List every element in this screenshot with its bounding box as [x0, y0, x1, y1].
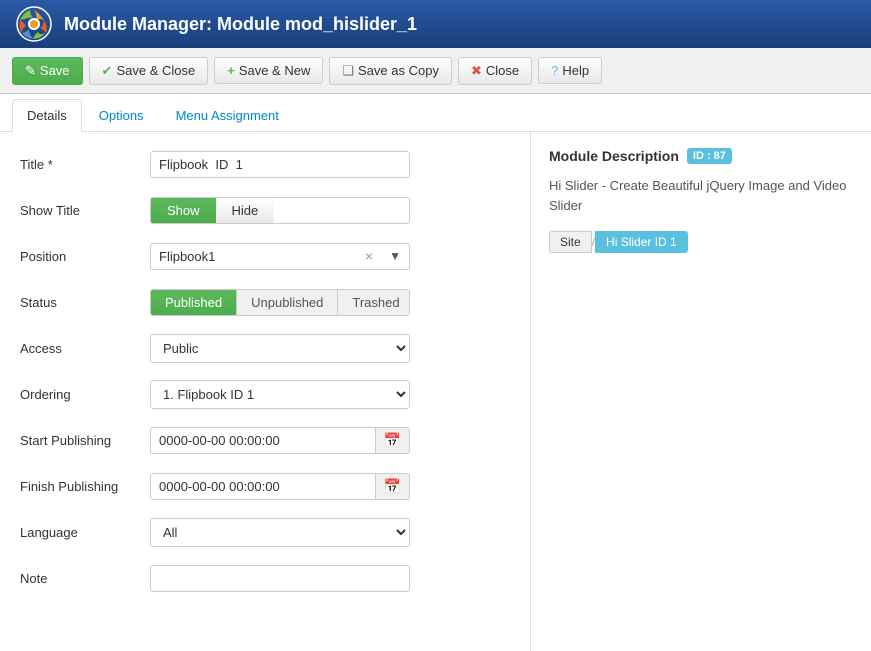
module-id-badge: ID : 87	[687, 148, 732, 164]
finish-publishing-field-wrapper: 📅	[150, 473, 410, 500]
module-desc-title: Module Description	[549, 148, 679, 164]
position-label: Position	[20, 249, 150, 264]
language-field-wrapper: All	[150, 518, 410, 547]
ordering-field-wrapper: 1. Flipbook ID 1	[150, 380, 410, 409]
finish-publishing-label: Finish Publishing	[20, 479, 150, 494]
access-field-wrapper: Public	[150, 334, 410, 363]
language-select[interactable]: All	[150, 518, 410, 547]
ordering-label: Ordering	[20, 387, 150, 402]
start-publishing-field-wrapper: 📅	[150, 427, 410, 454]
title-field-wrapper	[150, 151, 410, 178]
position-value: Flipbook1	[151, 244, 357, 269]
check-icon: ✔	[102, 63, 113, 79]
position-row: Position Flipbook1 × ▼	[20, 240, 510, 272]
status-buttons: Published Unpublished Trashed	[150, 289, 410, 316]
form-panel: Title * Show Title Show Hide Position Fl…	[0, 132, 531, 651]
app-logo	[16, 6, 52, 42]
language-row: Language All	[20, 516, 510, 548]
status-label: Status	[20, 295, 150, 310]
position-field-wrapper: Flipbook1 × ▼	[150, 243, 410, 270]
help-button[interactable]: ? Help	[538, 57, 602, 84]
access-row: Access Public	[20, 332, 510, 364]
module-desc-header: Module Description ID : 87	[549, 148, 853, 164]
tab-details[interactable]: Details	[12, 99, 82, 132]
finish-publishing-input[interactable]	[150, 473, 376, 500]
access-label: Access	[20, 341, 150, 356]
show-button[interactable]: Show	[151, 198, 216, 223]
show-title-toggle: Show Hide	[150, 197, 410, 224]
main-content: Title * Show Title Show Hide Position Fl…	[0, 132, 871, 651]
help-icon: ?	[551, 63, 558, 78]
start-publishing-row: Start Publishing 📅	[20, 424, 510, 456]
note-field-wrapper	[150, 565, 410, 592]
finish-publishing-calendar-button[interactable]: 📅	[376, 473, 410, 500]
show-title-label: Show Title	[20, 203, 150, 218]
position-select-wrapper[interactable]: Flipbook1 × ▼	[150, 243, 410, 270]
save-close-button[interactable]: ✔ Save & Close	[89, 57, 209, 85]
status-row: Status Published Unpublished Trashed	[20, 286, 510, 318]
status-unpublished-button[interactable]: Unpublished	[237, 290, 338, 315]
start-publishing-label: Start Publishing	[20, 433, 150, 448]
start-publishing-input[interactable]	[150, 427, 376, 454]
save-copy-button[interactable]: ❏ Save as Copy	[329, 57, 452, 85]
ordering-row: Ordering 1. Flipbook ID 1	[20, 378, 510, 410]
status-published-button[interactable]: Published	[151, 290, 237, 315]
note-label: Note	[20, 571, 150, 586]
plus-icon: +	[227, 63, 235, 78]
language-label: Language	[20, 525, 150, 540]
title-label: Title *	[20, 157, 150, 172]
start-publishing-calendar-button[interactable]: 📅	[376, 427, 410, 454]
page-title: Module Manager: Module mod_hislider_1	[64, 14, 417, 35]
breadcrumb-item: Hi Slider ID 1	[595, 231, 688, 253]
save-icon: ✎	[25, 63, 36, 79]
finish-date-wrapper: 📅	[150, 473, 410, 500]
status-toggle-group: Published Unpublished Trashed	[150, 289, 410, 316]
start-date-wrapper: 📅	[150, 427, 410, 454]
ordering-select[interactable]: 1. Flipbook ID 1	[150, 380, 410, 409]
title-row: Title *	[20, 148, 510, 180]
title-input[interactable]	[150, 151, 410, 178]
tab-bar: Details Options Menu Assignment	[0, 94, 871, 132]
toolbar: ✎ Save ✔ Save & Close + Save & New ❏ Sav…	[0, 48, 871, 94]
position-clear-button[interactable]: ×	[357, 244, 381, 268]
show-hide-group: Show Hide	[150, 197, 410, 224]
hide-button[interactable]: Hide	[216, 198, 275, 223]
finish-publishing-row: Finish Publishing 📅	[20, 470, 510, 502]
side-panel: Module Description ID : 87 Hi Slider - C…	[531, 132, 871, 651]
module-desc-text: Hi Slider - Create Beautiful jQuery Imag…	[549, 176, 853, 215]
tab-menu-assignment[interactable]: Menu Assignment	[161, 99, 294, 131]
note-row: Note	[20, 562, 510, 594]
note-input[interactable]	[150, 565, 410, 592]
tab-options[interactable]: Options	[84, 99, 159, 131]
position-dropdown-button[interactable]: ▼	[381, 245, 409, 267]
status-trashed-button[interactable]: Trashed	[338, 290, 410, 315]
close-button[interactable]: ✖ Close	[458, 57, 532, 85]
copy-icon: ❏	[342, 63, 354, 79]
save-new-button[interactable]: + Save & New	[214, 57, 323, 84]
breadcrumb-site: Site	[549, 231, 592, 253]
show-title-row: Show Title Show Hide	[20, 194, 510, 226]
breadcrumb: Site / Hi Slider ID 1	[549, 231, 853, 253]
save-button[interactable]: ✎ Save	[12, 57, 83, 85]
access-select[interactable]: Public	[150, 334, 410, 363]
app-header: Module Manager: Module mod_hislider_1	[0, 0, 871, 48]
close-icon: ✖	[471, 63, 482, 79]
